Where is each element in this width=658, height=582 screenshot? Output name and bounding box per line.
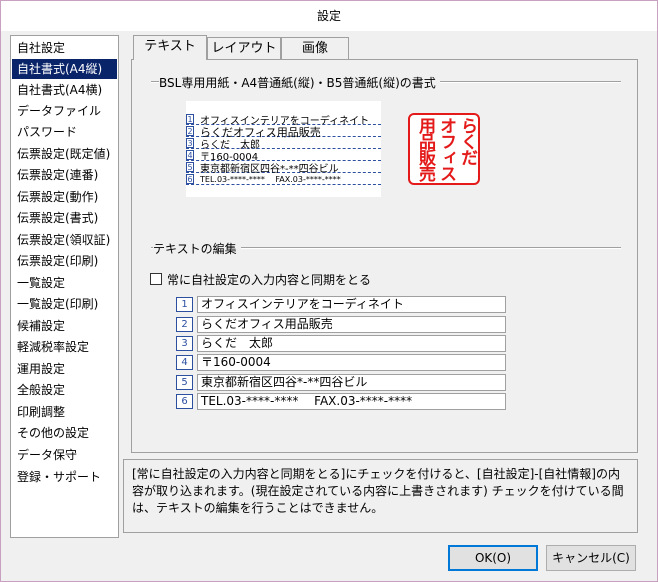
format-group-title: BSL専用用紙・A4普通紙(縦)・B5普通紙(縦)の書式 bbox=[159, 74, 440, 91]
field-number-badge: 6 bbox=[176, 394, 193, 409]
sidebar-item-slip-behavior[interactable]: 伝票設定(動作) bbox=[12, 187, 117, 207]
preview-line-number: 5 bbox=[186, 162, 194, 172]
letterhead-preview: 1 オフィスインテリアをコーディネイト 2 らくだオフィス用品販売 3 らくだ … bbox=[186, 101, 381, 197]
text-line-3-field[interactable]: らくだ 太郎 bbox=[197, 335, 506, 352]
sidebar-item-company-format-a4-portrait[interactable]: 自社書式(A4縦) bbox=[12, 59, 117, 79]
text-line-4-field[interactable]: 〒160-0004 bbox=[197, 354, 506, 371]
sidebar-item-registration-support[interactable]: 登録・サポート bbox=[12, 467, 117, 487]
field-number-badge: 4 bbox=[176, 355, 193, 370]
sidebar-item-data-maintenance[interactable]: データ保守 bbox=[12, 445, 117, 465]
sidebar-item-general-settings[interactable]: 全般設定 bbox=[12, 380, 117, 400]
sidebar-item-other-settings[interactable]: その他の設定 bbox=[12, 423, 117, 443]
preview-line-text: TEL.03-****-**** FAX.03-****-**** bbox=[200, 175, 341, 184]
preview-line-number: 1 bbox=[186, 114, 194, 124]
text-line-1-field[interactable]: オフィスインテリアをコーディネイト bbox=[197, 296, 506, 313]
preview-line-number: 4 bbox=[186, 150, 194, 160]
edit-group-title: テキストの編集 bbox=[153, 240, 241, 257]
preview-line-number: 3 bbox=[186, 138, 194, 148]
settings-category-list[interactable]: 自社設定 自社書式(A4縦) 自社書式(A4横) データファイル パスワード 伝… bbox=[10, 35, 119, 538]
stamp-column-2: オフィス bbox=[436, 117, 456, 181]
help-info-box: [常に自社設定の入力内容と同期をとる]にチェックを付けると、[自社設定]-[自社… bbox=[123, 459, 638, 533]
sidebar-item-password[interactable]: パスワード bbox=[12, 122, 117, 142]
tab-image[interactable]: 画像 bbox=[281, 37, 349, 59]
text-line-6-field[interactable]: TEL.03-****-**** FAX.03-****-**** bbox=[197, 393, 506, 410]
preview-line-number: 6 bbox=[186, 174, 194, 184]
sidebar-item-company-settings[interactable]: 自社設定 bbox=[12, 38, 117, 58]
sidebar-item-print-adjust[interactable]: 印刷調整 bbox=[12, 402, 117, 422]
stamp-column-1: らくだ bbox=[457, 117, 477, 165]
sync-checkbox[interactable] bbox=[150, 273, 162, 285]
field-number-badge: 3 bbox=[176, 336, 193, 351]
sidebar-item-slip-print[interactable]: 伝票設定(印刷) bbox=[12, 251, 117, 271]
sidebar-item-candidate-settings[interactable]: 候補設定 bbox=[12, 316, 117, 336]
settings-dialog: 設定 自社設定 自社書式(A4縦) 自社書式(A4横) データファイル パスワー… bbox=[0, 0, 658, 582]
tab-layout[interactable]: レイアウト bbox=[207, 37, 281, 59]
sidebar-item-company-format-a4-landscape[interactable]: 自社書式(A4横) bbox=[12, 80, 117, 100]
preview-line: 6 TEL.03-****-**** FAX.03-****-**** bbox=[186, 173, 381, 185]
preview-line-number: 2 bbox=[186, 126, 194, 136]
text-line-2-field[interactable]: らくだオフィス用品販売 bbox=[197, 316, 506, 333]
field-number-badge: 2 bbox=[176, 317, 193, 332]
stamp-column-3: 用品販売 bbox=[415, 117, 435, 181]
field-number-badge: 1 bbox=[176, 297, 193, 312]
sync-checkbox-label[interactable]: 常に自社設定の入力内容と同期をとる bbox=[167, 271, 371, 288]
sidebar-item-list-print[interactable]: 一覧設定(印刷) bbox=[12, 294, 117, 314]
dialog-title: 設定 bbox=[1, 1, 657, 31]
preview-line: 5 東京都新宿区四谷*-**四谷ビル bbox=[186, 161, 381, 175]
tab-text[interactable]: テキスト bbox=[133, 35, 207, 60]
ok-button[interactable]: OK(O) bbox=[448, 545, 538, 571]
sidebar-item-slip-defaults[interactable]: 伝票設定(既定値) bbox=[12, 144, 117, 164]
sidebar-item-operation-settings[interactable]: 運用設定 bbox=[12, 359, 117, 379]
sidebar-item-slip-format[interactable]: 伝票設定(書式) bbox=[12, 208, 117, 228]
sidebar-item-data-file[interactable]: データファイル bbox=[12, 101, 117, 121]
cancel-button[interactable]: キャンセル(C) bbox=[546, 545, 636, 571]
field-number-badge: 5 bbox=[176, 375, 193, 390]
sidebar-item-reduced-tax-rate[interactable]: 軽減税率設定 bbox=[12, 337, 117, 357]
text-line-5-field[interactable]: 東京都新宿区四谷*-**四谷ビル bbox=[197, 374, 506, 391]
sidebar-item-slip-receipt[interactable]: 伝票設定(領収証) bbox=[12, 230, 117, 250]
sidebar-item-slip-numbering[interactable]: 伝票設定(連番) bbox=[12, 165, 117, 185]
sidebar-item-list-settings[interactable]: 一覧設定 bbox=[12, 273, 117, 293]
company-seal-stamp: らくだ オフィス 用品販売 bbox=[408, 113, 480, 185]
